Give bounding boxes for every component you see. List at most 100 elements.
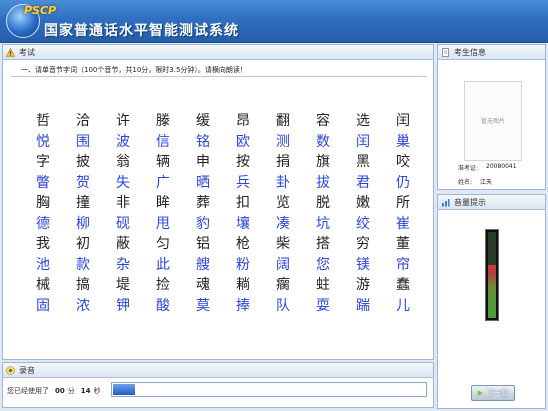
syllable-row: 池款杂此艘粉阔您镁帘 bbox=[23, 255, 423, 276]
syllable-char: 眸 bbox=[156, 195, 170, 212]
syllable-row: 悦围波信铭欧测数闰巢 bbox=[23, 132, 423, 153]
syllable-char: 堤 bbox=[116, 277, 130, 294]
record-icon bbox=[6, 365, 15, 375]
syllable-char: 砚 bbox=[116, 215, 130, 232]
next-question-button[interactable]: ▶ 下一题 bbox=[471, 385, 515, 401]
syllable-char: 洽 bbox=[76, 113, 90, 130]
app-header: PSCP 国家普通话水平智能测试系统 bbox=[0, 0, 548, 43]
syllable-char: 捐 bbox=[276, 154, 290, 171]
syllable-char: 贺 bbox=[76, 174, 90, 191]
syllable-char: 翻 bbox=[276, 113, 290, 130]
syllable-char: 坑 bbox=[316, 215, 330, 232]
elapsed-label: 您已经使用了 bbox=[7, 387, 49, 395]
syllable-char: 广 bbox=[156, 174, 170, 191]
syllable-char: 胸 bbox=[36, 195, 50, 212]
syllable-char: 池 bbox=[36, 256, 50, 273]
syllable-char: 款 bbox=[76, 256, 90, 273]
syllable-char: 初 bbox=[76, 236, 90, 253]
recording-progress-fill bbox=[113, 384, 135, 395]
syllable-char: 捡 bbox=[156, 277, 170, 294]
syllable-row: 械搞堤捡魂耥瘸蛀游蠢 bbox=[23, 275, 423, 296]
syllable-char: 悦 bbox=[36, 133, 50, 150]
volume-panel: 音量提示 ▶ 下一题 bbox=[437, 194, 546, 409]
syllable-char: 脱 bbox=[316, 195, 330, 212]
syllable-char: 崔 bbox=[396, 215, 410, 232]
elapsed-seconds: 14 bbox=[80, 387, 91, 395]
syllable-char: 览 bbox=[276, 195, 290, 212]
minutes-unit: 分 bbox=[67, 387, 75, 395]
right-sidebar: 考生信息 暂无图片 准考证: 20080041 姓名: 江天 音量提示 ▶ 下一… bbox=[437, 44, 546, 409]
syllable-char: 魂 bbox=[196, 277, 210, 294]
syllable-char: 莫 bbox=[196, 297, 210, 314]
examinee-photo: 暂无图片 bbox=[464, 81, 522, 161]
syllable-char: 闰 bbox=[356, 133, 370, 150]
syllable-char: 酸 bbox=[156, 297, 170, 314]
syllable-char: 卦 bbox=[276, 174, 290, 191]
syllable-row: 字披翁辆申按捐旗黑咬 bbox=[23, 152, 423, 173]
syllable-char: 阔 bbox=[276, 256, 290, 273]
syllable-char: 辆 bbox=[156, 154, 170, 171]
syllable-char: 德 bbox=[36, 215, 50, 232]
syllable-char: 浓 bbox=[76, 297, 90, 314]
volume-section-title: 音量提示 bbox=[454, 197, 486, 207]
warning-icon bbox=[6, 47, 15, 57]
app-title: 国家普通话水平智能测试系统 bbox=[44, 23, 239, 39]
next-arrow-icon: ▶ bbox=[477, 389, 484, 397]
syllable-row: 德柳砚甩豹壤凑坑绞崔 bbox=[23, 214, 423, 235]
examinee-name-value: 江天 bbox=[480, 179, 493, 186]
examinee-id-label: 准考证: bbox=[458, 165, 479, 172]
syllable-char: 您 bbox=[316, 256, 330, 273]
syllable-char: 非 bbox=[116, 195, 130, 212]
syllable-char: 旗 bbox=[316, 154, 330, 171]
syllable-char: 瘸 bbox=[276, 277, 290, 294]
syllable-char: 信 bbox=[156, 133, 170, 150]
document-icon bbox=[441, 47, 450, 57]
syllable-char: 咬 bbox=[396, 154, 410, 171]
seconds-unit: 秒 bbox=[93, 387, 101, 395]
syllable-char: 黑 bbox=[356, 154, 370, 171]
syllable-char: 欧 bbox=[236, 133, 250, 150]
volume-meter bbox=[485, 229, 499, 321]
examinee-info-panel: 考生信息 暂无图片 准考证: 20080041 姓名: 江天 bbox=[437, 44, 546, 190]
instruction-text: 一、请单音节字词（100个音节，共10分，限时3.5分钟）。请横向朗读！ bbox=[11, 63, 427, 77]
volume-panel-header: 音量提示 bbox=[438, 195, 545, 210]
examinee-id-value: 20080041 bbox=[486, 163, 517, 170]
examinee-panel-header: 考生信息 bbox=[438, 45, 545, 60]
exam-panel-header: 考试 bbox=[3, 45, 433, 60]
next-button-label: 下一题 bbox=[487, 389, 509, 397]
syllable-char: 搞 bbox=[76, 277, 90, 294]
syllable-char: 申 bbox=[196, 154, 210, 171]
syllable-char: 游 bbox=[356, 277, 370, 294]
syllable-char: 蠢 bbox=[396, 277, 410, 294]
syllable-char: 君 bbox=[356, 174, 370, 191]
syllable-char: 哲 bbox=[36, 113, 50, 130]
recording-section-title: 录音 bbox=[19, 365, 35, 375]
examinee-name-row: 姓名: 江天 bbox=[458, 177, 492, 186]
syllable-char: 搭 bbox=[316, 236, 330, 253]
syllable-char: 葬 bbox=[196, 195, 210, 212]
syllable-char: 粉 bbox=[236, 256, 250, 273]
syllable-char: 容 bbox=[316, 113, 330, 130]
syllable-char: 所 bbox=[396, 195, 410, 212]
syllable-char: 枪 bbox=[236, 236, 250, 253]
syllable-char: 晒 bbox=[196, 174, 210, 191]
syllable-char: 捧 bbox=[236, 297, 250, 314]
syllable-char: 巢 bbox=[396, 133, 410, 150]
syllable-char: 艘 bbox=[196, 256, 210, 273]
syllable-char: 测 bbox=[276, 133, 290, 150]
syllable-char: 此 bbox=[156, 256, 170, 273]
syllable-char: 缓 bbox=[196, 113, 210, 130]
syllable-char: 踹 bbox=[356, 297, 370, 314]
elapsed-minutes: 00 bbox=[55, 387, 65, 395]
exam-panel: 考试 一、请单音节字词（100个音节，共10分，限时3.5分钟）。请横向朗读！ … bbox=[2, 44, 434, 360]
syllable-char: 字 bbox=[36, 154, 50, 171]
syllable-char: 瞥 bbox=[36, 174, 50, 191]
syllable-char: 选 bbox=[356, 113, 370, 130]
syllable-char: 豹 bbox=[196, 215, 210, 232]
examinee-id-row: 准考证: 20080041 bbox=[458, 163, 517, 172]
syllable-row: 哲洽许滕缓昂翻容选闰 bbox=[23, 111, 423, 132]
syllable-char: 数 bbox=[316, 133, 330, 150]
syllable-char: 波 bbox=[116, 133, 130, 150]
syllable-char: 兵 bbox=[236, 174, 250, 191]
logo-text: PSCP bbox=[24, 4, 57, 17]
